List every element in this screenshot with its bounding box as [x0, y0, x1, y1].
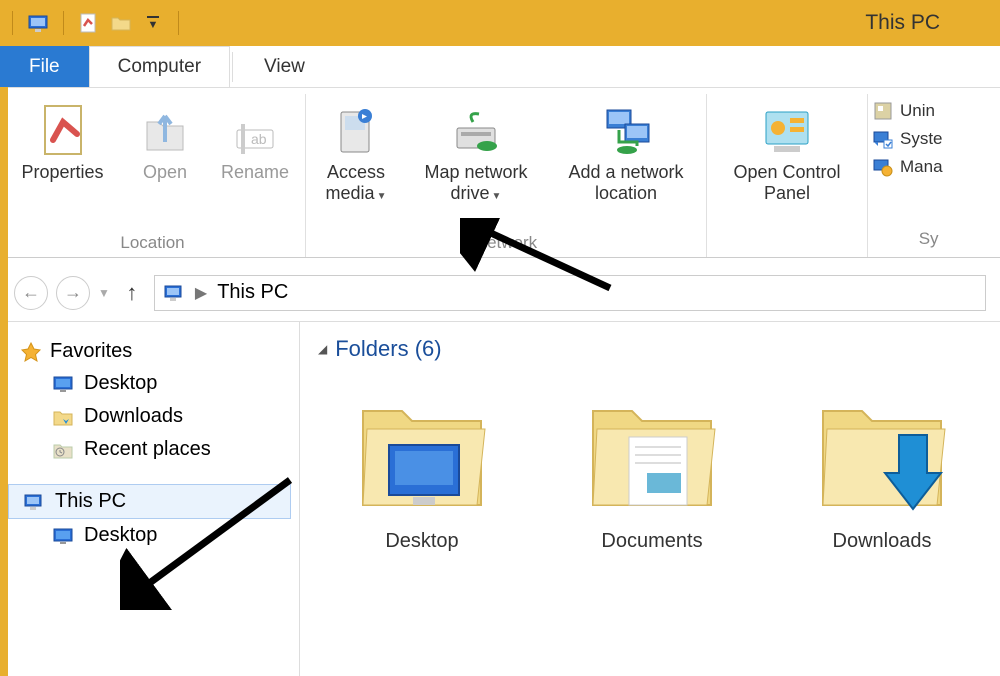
window-title: This PC [865, 11, 940, 35]
qat-separator [63, 11, 64, 35]
open-control-panel-label: Open ControlPanel [733, 162, 840, 203]
map-network-drive-label: Map networkdrive▼ [424, 162, 527, 203]
chevron-down-icon: ▼ [377, 191, 387, 202]
chevron-down-icon: ▼ [492, 191, 502, 202]
desktop-folder-icon [347, 376, 497, 526]
window-border [0, 46, 8, 676]
folder-item-documents[interactable]: Documents [572, 376, 732, 553]
properties-label: Properties [21, 162, 103, 183]
ribbon-group-label-empty [785, 229, 790, 255]
qat-separator [178, 11, 179, 35]
folder-item-downloads[interactable]: Downloads [802, 376, 962, 553]
open-icon [141, 100, 189, 162]
add-network-location-label: Add a networklocation [568, 162, 683, 203]
pc-icon [23, 492, 45, 512]
ribbon-group-system-side: Unin Syste Mana Sy [868, 94, 947, 257]
ribbon-tabs: File Computer View [0, 46, 1000, 88]
history-dropdown-icon[interactable]: ▼ [98, 286, 110, 300]
ribbon-group-system: Open ControlPanel [707, 94, 868, 257]
pc-icon [163, 283, 185, 303]
recent-places-icon [52, 440, 74, 460]
downloads-icon [52, 407, 74, 427]
sidebar-item-recent-places[interactable]: Recent places [8, 433, 291, 466]
map-network-drive-button[interactable]: Map networkdrive▼ [406, 98, 546, 205]
ribbon-group-label-location: Location [120, 229, 184, 255]
open-control-panel-button[interactable]: Open ControlPanel [717, 98, 857, 205]
uninstall-button[interactable]: Unin [872, 100, 943, 122]
quick-access-toolbar: ▼ [6, 10, 185, 36]
sidebar-item-this-pc[interactable]: This PC [8, 484, 291, 519]
folders-grid: Desktop Documents [318, 376, 982, 553]
folder-qat-icon[interactable] [108, 10, 134, 36]
content-area: Favorites Desktop Downloads Recent place… [0, 322, 1000, 676]
uninstall-icon [872, 100, 894, 122]
tab-file[interactable]: File [0, 46, 89, 87]
sidebar-head-favorites[interactable]: Favorites [8, 336, 291, 367]
folder-label: Documents [601, 530, 702, 553]
folder-label: Downloads [833, 530, 932, 553]
documents-folder-icon [577, 376, 727, 526]
qat-dropdown-icon[interactable]: ▼ [140, 10, 166, 36]
add-network-location-button[interactable]: Add a networklocation [556, 98, 696, 205]
pc-icon[interactable] [25, 10, 51, 36]
title-bar: ▼ This PC [0, 0, 1000, 46]
folder-group-header[interactable]: ◢ Folders (6) [318, 336, 982, 362]
navigation-bar: ← → ▼ ↑ ▶ This PC [0, 264, 1000, 322]
access-media-label: Accessmedia▼ [326, 162, 387, 203]
open-label: Open [143, 162, 187, 183]
tab-view[interactable]: View [235, 46, 334, 87]
main-pane: ◢ Folders (6) Desktop [300, 322, 1000, 676]
access-media-icon [331, 100, 381, 162]
properties-icon [37, 100, 89, 162]
system-properties-icon [872, 128, 894, 150]
collapse-icon: ◢ [318, 342, 327, 356]
manage-button[interactable]: Mana [872, 156, 943, 178]
ribbon-group-label-network: Network [475, 229, 537, 255]
rename-icon: ab [231, 100, 279, 162]
desktop-icon [52, 526, 74, 546]
sidebar-item-desktop-pc[interactable]: Desktop [8, 519, 291, 552]
add-network-location-icon [597, 100, 655, 162]
svg-text:ab: ab [251, 131, 267, 147]
back-button[interactable]: ← [14, 276, 48, 310]
sidebar-favorites: Favorites Desktop Downloads Recent place… [8, 336, 291, 466]
tab-computer[interactable]: Computer [89, 46, 230, 87]
rename-label: Rename [221, 162, 289, 183]
sidebar-this-pc: This PC Desktop [8, 484, 291, 552]
map-network-drive-icon [447, 100, 505, 162]
manage-icon [872, 156, 894, 178]
rename-button[interactable]: ab Rename [215, 98, 295, 185]
star-icon [20, 341, 42, 363]
ribbon-group-network: Accessmedia▼ Map networkdrive▼ Add a net… [306, 94, 707, 257]
ribbon-group-label-system: Sy [919, 225, 943, 251]
control-panel-icon [758, 100, 816, 162]
up-button[interactable]: ↑ [118, 279, 146, 307]
desktop-icon [52, 374, 74, 394]
tab-separator [232, 52, 233, 82]
breadcrumb[interactable]: ▶ This PC [154, 275, 986, 311]
open-button[interactable]: Open [125, 98, 205, 185]
downloads-folder-icon [807, 376, 957, 526]
breadcrumb-item[interactable]: This PC [217, 281, 288, 304]
properties-qat-icon[interactable] [76, 10, 102, 36]
ribbon-group-location: Properties Open ab Rename Location [0, 94, 306, 257]
properties-button[interactable]: Properties [10, 98, 115, 185]
qat-separator [12, 11, 13, 35]
ribbon: Properties Open ab Rename Location [0, 88, 1000, 258]
forward-button[interactable]: → [56, 276, 90, 310]
system-properties-button[interactable]: Syste [872, 128, 943, 150]
sidebar-item-downloads[interactable]: Downloads [8, 400, 291, 433]
chevron-right-icon: ▶ [195, 283, 207, 303]
navigation-pane: Favorites Desktop Downloads Recent place… [0, 322, 300, 676]
folder-label: Desktop [385, 530, 458, 553]
folder-item-desktop[interactable]: Desktop [342, 376, 502, 553]
access-media-button[interactable]: Accessmedia▼ [316, 98, 396, 205]
sidebar-item-desktop[interactable]: Desktop [8, 367, 291, 400]
